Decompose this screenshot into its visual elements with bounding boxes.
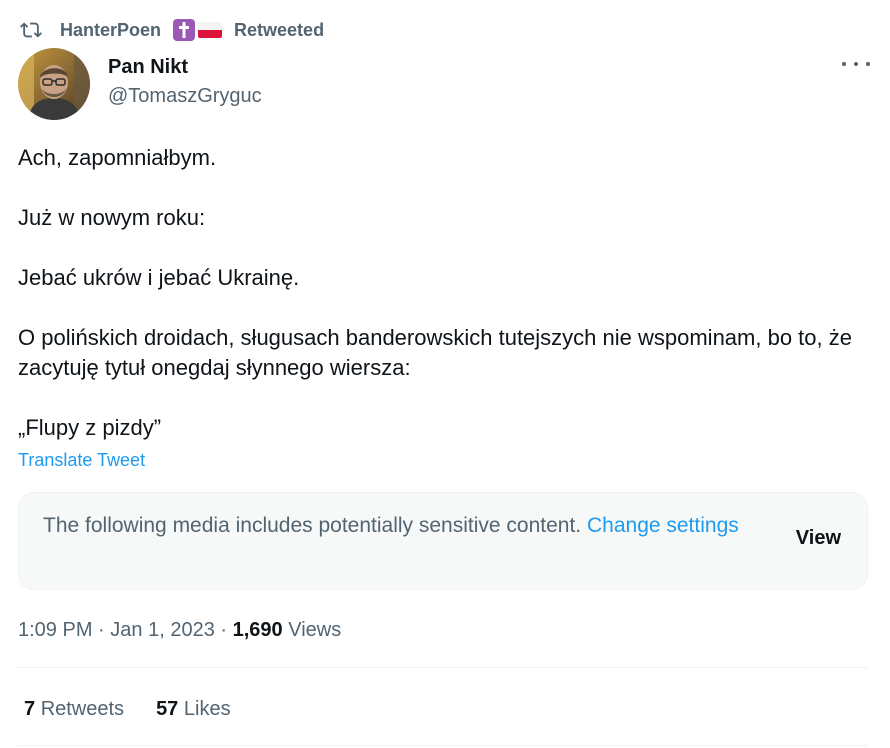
meta-separator: · xyxy=(220,619,228,641)
tweet-stats: 7 Retweets 57 Likes xyxy=(24,696,263,722)
poland-flag-icon xyxy=(198,22,223,38)
sensitive-content-warning: The following media includes potentially… xyxy=(18,492,868,590)
tweet-time[interactable]: 1:09 PM xyxy=(18,619,92,641)
tweet-paragraph: Jebać ukrów i jebać Ukrainę. xyxy=(18,265,300,290)
divider xyxy=(18,667,868,668)
tweet-paragraph: „Flupy z pizdy” xyxy=(18,415,162,440)
retweets-count: 7 xyxy=(24,698,36,720)
tweet-meta: 1:09 PM · Jan 1, 2023 · 1,690 Views xyxy=(18,616,341,644)
retweeter-name[interactable]: HanterPoen xyxy=(60,20,161,41)
author-names: Pan Nikt @TomaszGryguc xyxy=(108,48,262,110)
tweet-header: Pan Nikt @TomaszGryguc xyxy=(18,48,262,120)
translate-tweet-link[interactable]: Translate Tweet xyxy=(18,450,145,471)
divider xyxy=(18,745,868,746)
tweet-paragraph: Już w nowym roku: xyxy=(18,205,206,230)
sensitive-message-text: The following media includes potentially… xyxy=(43,514,582,537)
meta-separator: · xyxy=(98,619,105,641)
views-count: 1,690 xyxy=(232,619,283,641)
views-label: Views xyxy=(288,619,342,641)
tweet-paragraph: Ach, zapomniałbym. xyxy=(18,145,217,170)
author-handle[interactable]: @TomaszGryguc xyxy=(108,82,262,110)
sensitive-message: The following media includes potentially… xyxy=(43,511,743,541)
tweet-text: Ach, zapomniałbym. Już w nowym roku: Jeb… xyxy=(18,143,858,443)
retweets-stat[interactable]: 7 Retweets xyxy=(24,696,124,722)
retweet-icon xyxy=(20,22,42,38)
retweeted-label: Retweeted xyxy=(234,19,325,40)
tweet-date[interactable]: Jan 1, 2023 xyxy=(110,619,215,641)
retweet-context: HanterPoen Retweeted xyxy=(20,18,324,42)
retweets-label: Retweets xyxy=(40,698,125,720)
avatar[interactable] xyxy=(18,48,90,120)
likes-stat[interactable]: 57 Likes xyxy=(156,696,231,722)
change-settings-link[interactable]: Change settings xyxy=(587,514,739,537)
more-options-icon[interactable] xyxy=(842,54,870,74)
likes-count: 57 xyxy=(156,698,179,720)
view-button[interactable]: View xyxy=(796,527,841,550)
latin-cross-icon xyxy=(173,19,196,41)
tweet-paragraph: O polińskich droidach, sługusach bandero… xyxy=(18,325,852,380)
author-display-name[interactable]: Pan Nikt xyxy=(108,54,262,80)
retweeter-emojis xyxy=(173,19,223,41)
likes-label: Likes xyxy=(183,698,231,720)
